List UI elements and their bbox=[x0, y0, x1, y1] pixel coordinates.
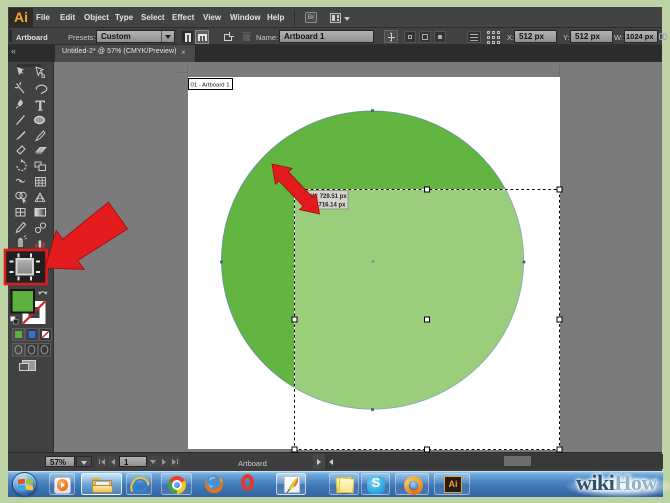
svg-text:01 - Artboard 1: 01 - Artboard 1 bbox=[191, 82, 230, 88]
